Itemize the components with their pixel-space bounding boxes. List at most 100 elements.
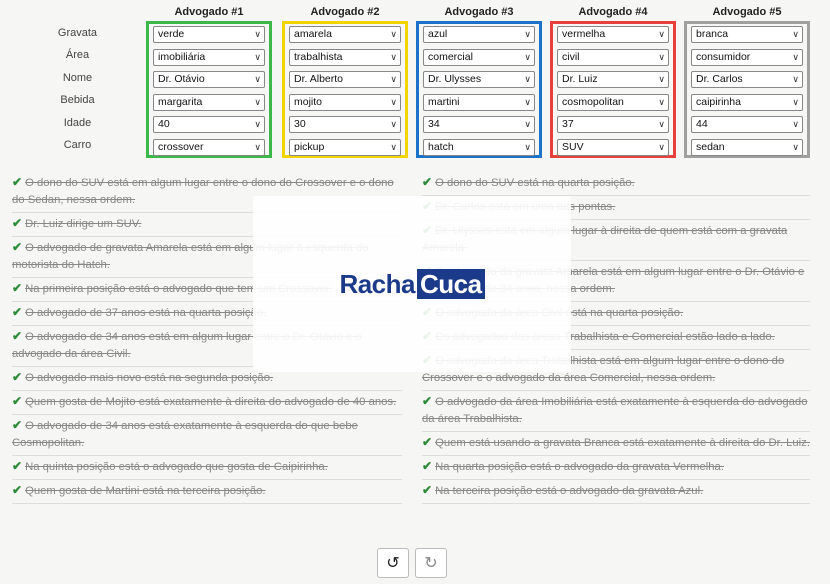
check-icon: ✔ xyxy=(12,483,23,497)
clue-text: Na quarta posição está o advogado da gra… xyxy=(435,461,724,473)
clue-text: O dono do SUV está na quarta posição. xyxy=(435,177,635,189)
select-value: 37 xyxy=(562,118,574,130)
attribute-select[interactable]: consumidor ∨ xyxy=(691,48,803,66)
attribute-select[interactable]: cosmopolitan ∨ xyxy=(557,93,669,111)
check-icon: ✔ xyxy=(422,394,433,408)
attribute-select[interactable]: vermelha ∨ xyxy=(557,26,669,43)
clue-item[interactable]: ✔ Na terceira posição está o advogado da … xyxy=(422,480,810,504)
attribute-select[interactable]: mojito ∨ xyxy=(289,93,401,111)
chevron-down-icon: ∨ xyxy=(658,96,665,107)
chevron-down-icon: ∨ xyxy=(524,141,531,152)
chevron-down-icon: ∨ xyxy=(792,119,799,129)
attribute-select[interactable]: amarela ∨ xyxy=(289,26,401,43)
attribute-select[interactable]: 37 ∨ xyxy=(557,116,669,133)
clue-text: Na terceira posição está o advogado da g… xyxy=(435,485,704,497)
select-value: SUV xyxy=(562,140,584,153)
select-value: pickup xyxy=(294,140,325,153)
clue-item[interactable]: ✔ O advogado da área Imobiliária está exa… xyxy=(422,391,810,432)
rachacuca-logo: Racha Cuca xyxy=(339,268,485,300)
chevron-down-icon: ∨ xyxy=(390,141,397,152)
chevron-down-icon: ∨ xyxy=(658,74,665,84)
column-title: Advogado #1 xyxy=(174,6,244,18)
chevron-down-icon: ∨ xyxy=(254,119,261,129)
select-value: cosmopolitan xyxy=(562,95,624,108)
lawyer-column-3: Advogado #3 azul ∨ comercial ∨ Dr. Ulysses ∨ ma… xyxy=(416,6,542,158)
chevron-down-icon: ∨ xyxy=(390,29,397,39)
clue-item[interactable]: ✔ Na quinta posição está o advogado que g… xyxy=(12,456,402,480)
attribute-select[interactable]: azul ∨ xyxy=(423,26,535,43)
select-value: Dr. Ulysses xyxy=(428,73,482,85)
select-value: 44 xyxy=(696,118,708,130)
check-icon: ✔ xyxy=(12,175,23,189)
attribute-select[interactable]: 44 ∨ xyxy=(691,116,803,133)
chevron-down-icon: ∨ xyxy=(524,51,531,62)
column-title: Advogado #3 xyxy=(444,6,514,18)
attribute-select[interactable]: martini ∨ xyxy=(423,93,535,111)
attribute-select[interactable]: 30 ∨ xyxy=(289,116,401,133)
clue-text: O advogado de 37 anos está na quarta pos… xyxy=(25,307,267,319)
attribute-select[interactable]: Dr. Ulysses ∨ xyxy=(423,71,535,88)
check-icon: ✔ xyxy=(12,394,23,408)
row-label-area: Área xyxy=(65,49,90,62)
row-label-bebida: Bebida xyxy=(60,94,95,107)
column-box: vermelha ∨ civil ∨ Dr. Luiz ∨ cosmopolitan ∨ 37 ∨… xyxy=(550,21,676,158)
attribute-select[interactable]: comercial ∨ xyxy=(423,48,535,66)
chevron-down-icon: ∨ xyxy=(792,51,799,62)
chevron-down-icon: ∨ xyxy=(792,96,799,107)
row-label-gravata: Gravata xyxy=(57,27,98,39)
column-box: branca ∨ consumidor ∨ Dr. Carlos ∨ caipirinha ∨… xyxy=(684,21,810,158)
check-icon: ✔ xyxy=(12,281,23,295)
row-label-idade: Idade xyxy=(63,116,92,129)
select-value: azul xyxy=(428,28,448,40)
attribute-select[interactable]: 34 ∨ xyxy=(423,116,535,133)
clue-item[interactable]: ✔ Quem gosta de Martini está na terceira … xyxy=(12,480,402,504)
clue-text: Quem gosta de Mojito está exatamente à d… xyxy=(25,396,397,408)
attribute-select[interactable]: civil ∨ xyxy=(557,48,669,66)
attribute-select[interactable]: trabalhista ∨ xyxy=(289,48,401,66)
attribute-select[interactable]: verde ∨ xyxy=(153,26,265,43)
clue-item[interactable]: ✔ O dono do SUV está na quarta posição. xyxy=(422,172,810,196)
attribute-select[interactable]: caipirinha ∨ xyxy=(691,93,803,111)
attribute-select[interactable]: Dr. Alberto ∨ xyxy=(289,71,401,88)
clue-item[interactable]: ✔ Na quarta posição está o advogado da gr… xyxy=(422,456,810,480)
attribute-select[interactable]: sedan ∨ xyxy=(691,138,803,156)
redo-button[interactable]: ↻ xyxy=(415,548,447,578)
attribute-select[interactable]: pickup ∨ xyxy=(289,138,401,156)
clue-item[interactable]: ✔ Quem está usando a gravata Branca está … xyxy=(422,432,810,456)
ad-overlay[interactable]: Racha Cuca xyxy=(253,196,571,372)
chevron-down-icon: ∨ xyxy=(524,29,531,39)
chevron-down-icon: ∨ xyxy=(390,96,397,107)
undo-button[interactable]: ↺ xyxy=(377,548,409,578)
attribute-select[interactable]: Dr. Otávio ∨ xyxy=(153,71,265,88)
select-value: imobiliária xyxy=(158,50,206,63)
select-value: trabalhista xyxy=(294,50,343,63)
select-value: vermelha xyxy=(562,28,606,40)
attribute-select[interactable]: 40 ∨ xyxy=(153,116,265,133)
logo-part2: Cuca xyxy=(416,268,485,299)
attribute-select[interactable]: Dr. Carlos ∨ xyxy=(691,71,803,88)
column-box: verde ∨ imobiliária ∨ Dr. Otávio ∨ margarita ∨ 4… xyxy=(146,21,272,158)
attribute-select[interactable]: branca ∨ xyxy=(691,26,803,43)
attribute-select[interactable]: hatch ∨ xyxy=(423,138,535,156)
check-icon: ✔ xyxy=(12,418,23,432)
select-value: margarita xyxy=(158,95,203,108)
select-value: caipirinha xyxy=(696,95,741,108)
select-value: verde xyxy=(158,28,185,40)
clue-item[interactable]: ✔ Quem gosta de Mojito está exatamente à … xyxy=(12,391,402,415)
redo-icon: ↻ xyxy=(424,553,438,572)
attribute-select[interactable]: imobiliária ∨ xyxy=(153,48,265,66)
chevron-down-icon: ∨ xyxy=(254,96,261,107)
chevron-down-icon: ∨ xyxy=(254,141,261,152)
clue-item[interactable]: ✔ O advogado de 34 anos está exatamente à… xyxy=(12,415,402,456)
select-value: martini xyxy=(428,95,460,108)
attribute-select[interactable]: SUV ∨ xyxy=(557,138,669,156)
column-title: Advogado #4 xyxy=(578,6,648,18)
attribute-select[interactable]: margarita ∨ xyxy=(153,93,265,111)
attribute-select[interactable]: crossover ∨ xyxy=(153,138,265,156)
clue-text: Quem está usando a gravata Branca está e… xyxy=(435,437,810,449)
clue-text: Na quinta posição está o advogado que go… xyxy=(25,461,328,473)
clue-text: Quem gosta de Martini está na terceira p… xyxy=(25,485,266,497)
attribute-select[interactable]: Dr. Luiz ∨ xyxy=(557,71,669,88)
select-value: amarela xyxy=(294,28,332,40)
column-box: azul ∨ comercial ∨ Dr. Ulysses ∨ martini ∨ 34 ∨ ha… xyxy=(416,21,542,158)
